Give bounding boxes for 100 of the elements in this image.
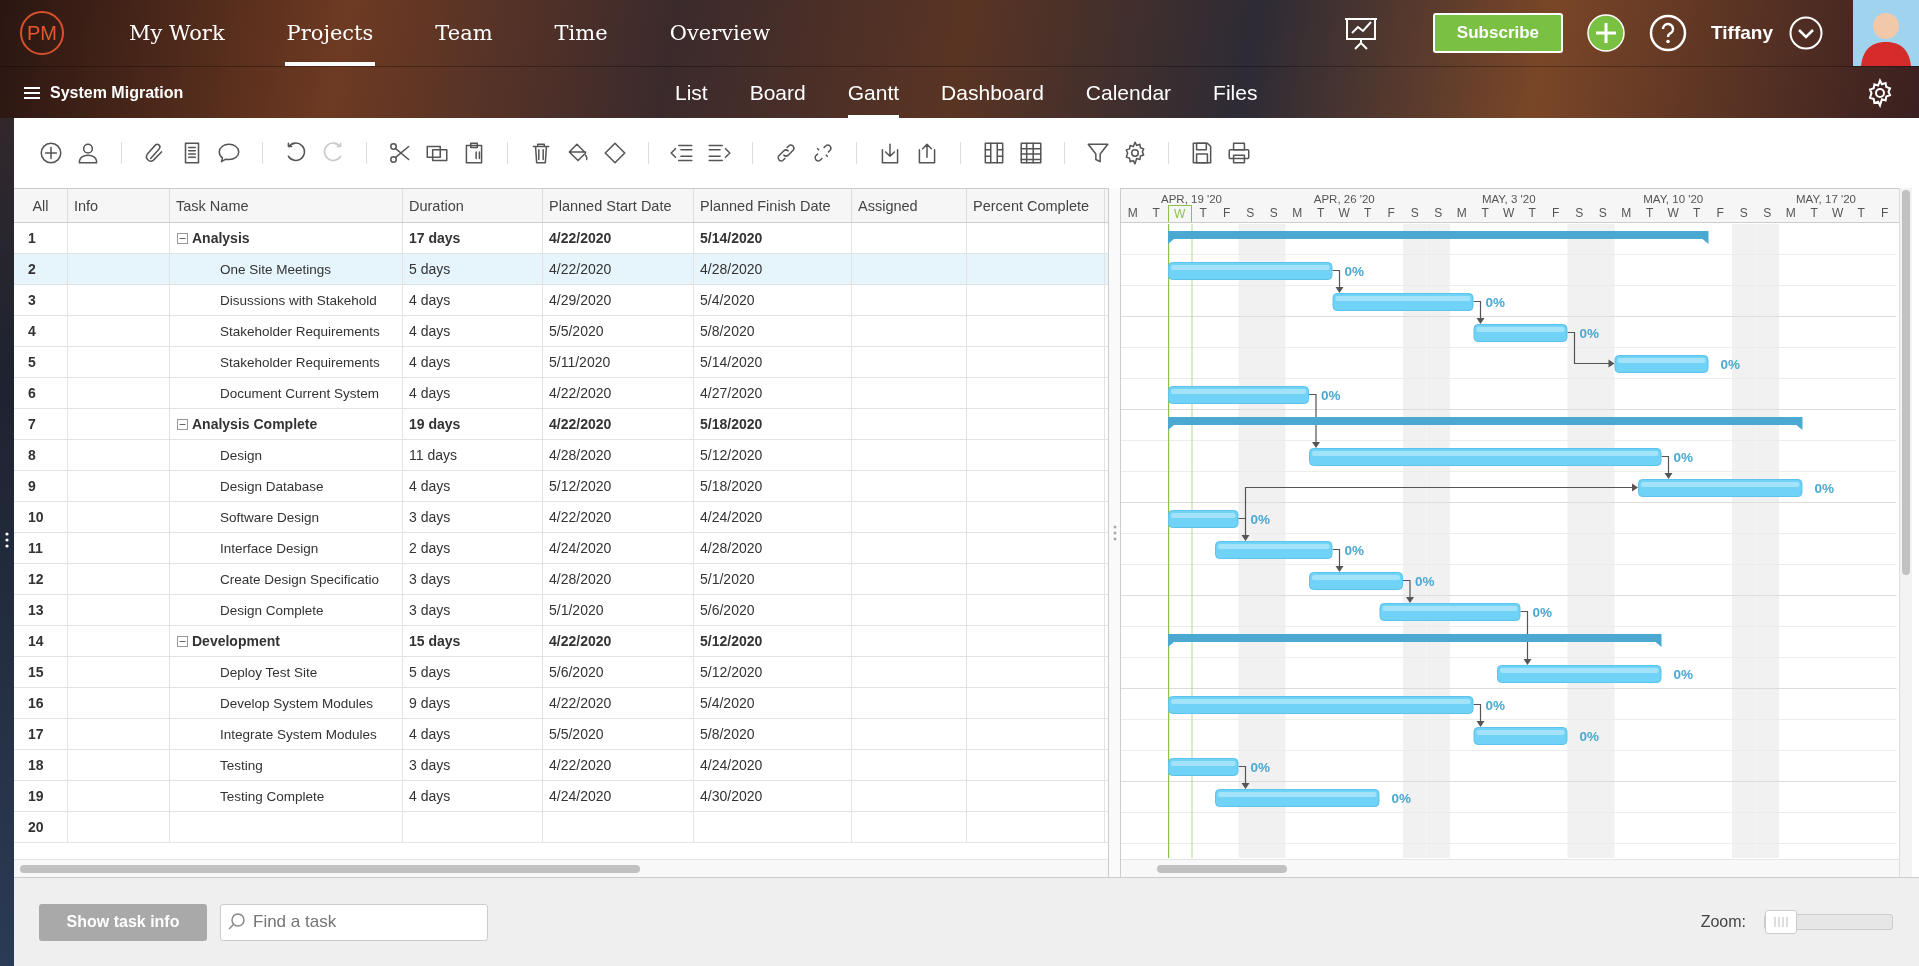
view-tab[interactable]: List: [675, 67, 708, 119]
duration: 19 days: [409, 416, 461, 432]
column-header[interactable]: All: [32, 197, 49, 214]
vertical-scrollbar[interactable]: [1899, 188, 1912, 877]
table-row[interactable]: 10 Software Design 3 days 4/22/2020 4/24/2020: [14, 502, 1108, 533]
logo[interactable]: PM: [20, 11, 64, 55]
start-date: 4/22/2020: [549, 757, 612, 773]
day-label: T: [1151, 205, 1161, 222]
presentation-chart-icon[interactable]: [1342, 15, 1379, 51]
start-date: 5/5/2020: [549, 726, 604, 742]
finish-date: 5/14/2020: [700, 230, 763, 246]
dependency-arrow: [1402, 579, 1414, 603]
day-label: T: [1363, 205, 1373, 222]
start-date: 4/22/2020: [549, 633, 612, 649]
splitter-handle-icon[interactable]: [1112, 524, 1117, 541]
table-row[interactable]: 4 Stakeholder Requirements 4 days 5/5/2020 5/8/2020: [14, 316, 1108, 347]
task-name: Integrate System Modules: [220, 726, 377, 742]
summary-bar[interactable]: [1168, 417, 1803, 430]
duration: 3 days: [409, 602, 451, 618]
menu-icon[interactable]: [24, 87, 40, 99]
table-icon[interactable]: [1018, 140, 1044, 166]
nav-tab[interactable]: Projects: [284, 0, 376, 66]
duration: 3 days: [409, 509, 451, 525]
column-header[interactable]: Duration: [409, 197, 464, 214]
progress-label: 0%: [1321, 388, 1341, 403]
day-label: W: [1831, 205, 1845, 222]
search-field[interactable]: Find a task: [220, 903, 488, 941]
task-name: Software Design: [220, 509, 320, 525]
progress-label: 0%: [1532, 605, 1552, 620]
task-name: Stakeholder Requirements: [220, 323, 380, 339]
start-date: 4/24/2020: [549, 788, 612, 804]
nav-tab[interactable]: Time: [552, 0, 610, 66]
duration: 5 days: [409, 261, 451, 277]
slider-thumb[interactable]: [1765, 910, 1797, 934]
table-row[interactable]: 7 Analysis Complete 19 days 4/22/2020 5/18/2020: [14, 409, 1108, 440]
column-header[interactable]: Assigned: [858, 197, 918, 214]
table-row[interactable]: 3 Disussions with Stakehold 4 days 4/29/2020 5/4/2020: [14, 285, 1108, 316]
progress-label: 0%: [1720, 357, 1740, 372]
user-name[interactable]: Tiffany: [1711, 22, 1773, 44]
start-date: 5/5/2020: [549, 323, 604, 339]
horizontal-scrollbar[interactable]: [14, 859, 1108, 877]
table-row[interactable]: 8 Design 11 days 4/28/2020 5/12/2020: [14, 440, 1108, 471]
start-date: 4/22/2020: [549, 385, 612, 401]
view-tab[interactable]: Board: [749, 67, 806, 119]
horizontal-scrollbar[interactable]: [1121, 859, 1899, 877]
start-date: 5/12/2020: [549, 478, 612, 494]
column-header[interactable]: Info: [74, 197, 99, 214]
start-date: 5/11/2020: [549, 354, 611, 370]
summary-bar[interactable]: [1168, 231, 1709, 244]
table-row[interactable]: 12 Create Design Specificatio 3 days 4/28/2020 5/1/2020: [14, 564, 1108, 595]
nav-tab[interactable]: Team: [433, 0, 495, 66]
start-date: 4/22/2020: [549, 230, 612, 246]
printer-icon[interactable]: [1226, 140, 1252, 166]
duration: 9 days: [409, 695, 451, 711]
table-row[interactable]: 14 Development 15 days 4/22/2020 5/12/2020: [14, 626, 1108, 657]
avatar-placeholder[interactable]: [1853, 0, 1919, 66]
column-header[interactable]: Percent Complete: [973, 197, 1090, 214]
add-circle-icon[interactable]: [1587, 14, 1626, 52]
table-row[interactable]: 19 Testing Complete 4 days 4/24/2020 4/30/2020: [14, 781, 1108, 812]
diamond-icon[interactable]: [602, 140, 628, 166]
table-row[interactable]: 13 Design Complete 3 days 5/1/2020 5/6/2020: [14, 595, 1108, 626]
nav-tab[interactable]: My Work: [127, 0, 227, 66]
table-row[interactable]: 9 Design Database 4 days 5/12/2020 5/18/2020: [14, 471, 1108, 502]
chevron-down-icon[interactable]: [1789, 16, 1823, 50]
collapse-icon[interactable]: [177, 232, 188, 244]
table-row[interactable]: 17 Integrate System Modules 4 days 5/5/2020 5/8/2020: [14, 719, 1108, 750]
finish-date: 5/6/2020: [700, 602, 755, 618]
column-header[interactable]: Planned Finish Date: [700, 197, 831, 214]
add-circle-icon[interactable]: [38, 140, 64, 166]
view-tab[interactable]: Calendar: [1085, 67, 1172, 119]
duration: 11 days: [409, 447, 457, 463]
nav-tab[interactable]: Overview: [667, 0, 773, 66]
drag-handle-icon[interactable]: [5, 532, 9, 548]
collapse-icon[interactable]: [177, 418, 188, 430]
day-label: T: [1480, 205, 1490, 222]
duration: 2 days: [409, 540, 451, 556]
row-number: 16: [28, 695, 44, 711]
table-row[interactable]: 15 Deploy Test Site 5 days 5/6/2020 5/12/2020: [14, 657, 1108, 688]
view-tab[interactable]: Dashboard: [941, 67, 1044, 119]
table-row[interactable]: 6 Document Current System 4 days 4/22/2020 4/27/2020: [14, 378, 1108, 409]
table-row[interactable]: 16 Develop System Modules 9 days 4/22/2020 5/4/2020: [14, 688, 1108, 719]
table-row[interactable]: 5 Stakeholder Requirements 4 days 5/11/2020 5/14/2020: [14, 347, 1108, 378]
view-tab[interactable]: Files: [1213, 67, 1258, 119]
collapse-icon[interactable]: [177, 635, 188, 647]
table-row[interactable]: 20: [14, 812, 1108, 843]
task-name: Testing: [220, 757, 263, 773]
summary-bar[interactable]: [1168, 634, 1662, 647]
day-label: F: [1386, 205, 1396, 222]
table-row[interactable]: 18 Testing 3 days 4/22/2020 4/24/2020: [14, 750, 1108, 781]
duration: 4 days: [409, 385, 451, 401]
column-header[interactable]: Planned Start Date: [549, 197, 672, 214]
day-label: S: [1433, 205, 1444, 222]
start-date: 4/24/2020: [549, 540, 612, 556]
table-row[interactable]: 11 Interface Design 2 days 4/24/2020 4/28/2020: [14, 533, 1108, 564]
start-date: 4/29/2020: [549, 292, 612, 308]
help-icon[interactable]: [1649, 14, 1688, 52]
row-number: 4: [28, 323, 36, 339]
table-row[interactable]: 2 One Site Meetings 5 days 4/22/2020 4/28/2020: [14, 254, 1108, 285]
column-header[interactable]: Task Name: [176, 197, 249, 214]
row-number: 20: [28, 819, 44, 835]
